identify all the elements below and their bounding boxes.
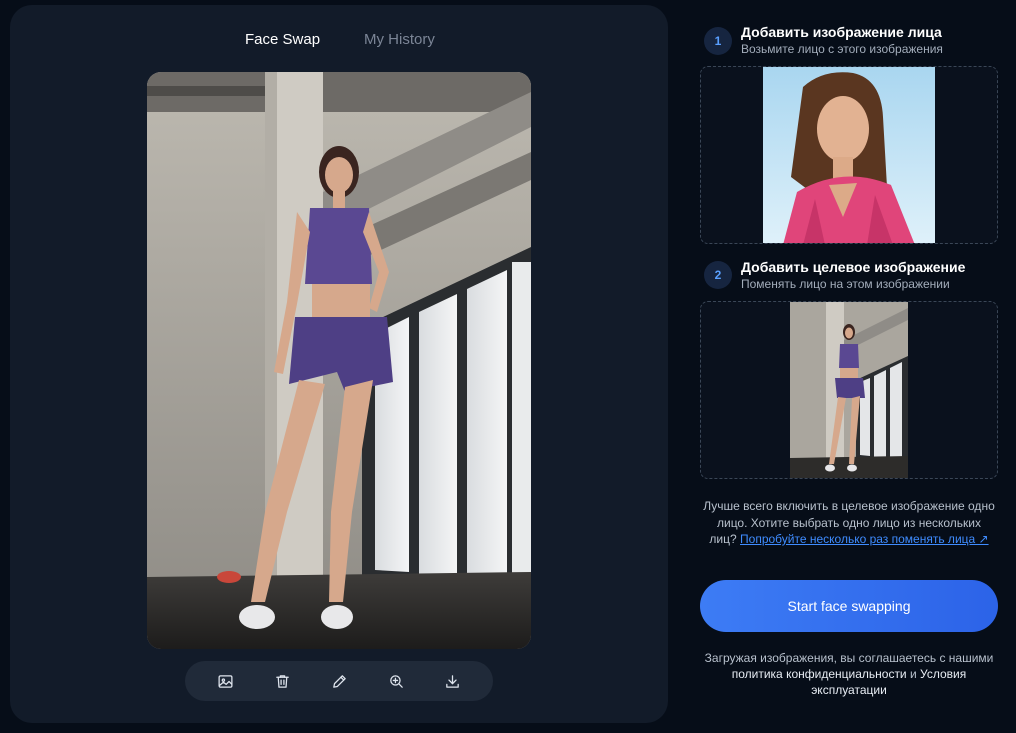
face-image-dropzone[interactable]: [700, 66, 998, 244]
edit-button[interactable]: [327, 669, 351, 693]
face-swap-app: Face Swap My History 1 Добавить изображе…: [0, 0, 1016, 733]
tab-my-history[interactable]: My History: [364, 31, 435, 48]
download-button[interactable]: [440, 669, 464, 693]
zoom-in-button[interactable]: [384, 669, 408, 693]
terms-notice: Загружая изображения, вы соглашаетесь с …: [702, 650, 996, 698]
face-image-thumbnail: [763, 67, 935, 243]
preview-panel: Face Swap My History: [10, 5, 668, 723]
image-icon: [217, 674, 233, 688]
result-preview-image: [147, 72, 531, 649]
target-image-dropzone[interactable]: [700, 301, 998, 479]
step-2-subtitle: Поменять лицо на этом изображении: [741, 277, 950, 291]
tab-face-swap[interactable]: Face Swap: [245, 31, 320, 48]
step-1-title: Добавить изображение лица: [741, 24, 942, 40]
step-1-subtitle: Возьмите лицо с этого изображения: [741, 42, 943, 56]
replace-image-button[interactable]: [213, 669, 237, 693]
step-2-badge: 2: [704, 261, 732, 289]
terms-and: и: [909, 667, 917, 681]
terms-prefix: Загружая изображения, вы соглашаетесь с …: [704, 651, 994, 665]
pencil-icon: [332, 674, 346, 688]
multiple-faces-link[interactable]: Попробуйте несколько раз поменять лица ↗: [740, 532, 989, 546]
delete-button[interactable]: [270, 669, 294, 693]
download-icon: [445, 674, 459, 688]
zoom-in-icon: [389, 674, 403, 688]
trash-icon: [275, 674, 289, 688]
target-image-thumbnail: [790, 302, 908, 478]
single-face-hint: Лучше всего включить в целевое изображен…: [702, 498, 996, 548]
step-2-title: Добавить целевое изображение: [741, 259, 966, 275]
start-face-swapping-button[interactable]: Start face swapping: [700, 580, 998, 632]
privacy-policy-link[interactable]: политика конфиденциальности: [732, 667, 907, 681]
image-toolbar: [185, 661, 493, 701]
tab-bar: Face Swap My History: [10, 31, 668, 55]
step-1-badge: 1: [704, 27, 732, 55]
